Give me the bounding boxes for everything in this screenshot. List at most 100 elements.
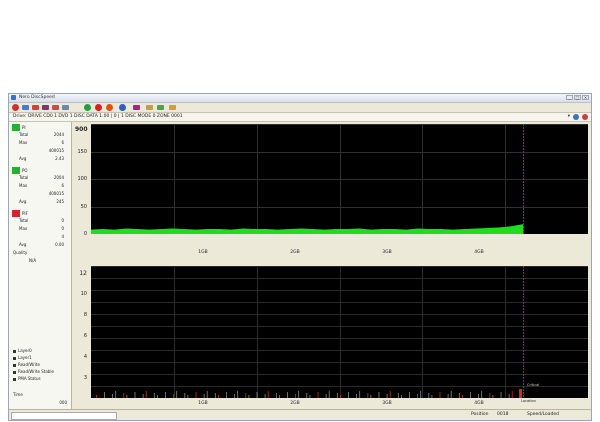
pif-bar [275, 393, 277, 398]
time-label: Time [13, 392, 23, 397]
help-icon[interactable] [169, 105, 176, 110]
position-label: Position [471, 412, 489, 417]
pif-bar [184, 393, 186, 398]
pif-bar [145, 391, 147, 398]
pif-bar [508, 394, 510, 398]
stat-row: 4 [61, 234, 64, 239]
burn-icon[interactable] [52, 105, 59, 110]
legend-item: PMA Status [13, 376, 41, 381]
pif-bar [115, 391, 117, 398]
x-tick-label: 4GB [474, 401, 484, 406]
pif-bar [142, 394, 144, 398]
pif-bar [511, 391, 513, 398]
record-icon[interactable] [106, 104, 113, 111]
maximize-button[interactable]: □ [574, 95, 581, 100]
pif-bar [481, 391, 483, 398]
pif-bar [325, 394, 327, 398]
pi-chart: 900 200150100500 1GB2GB3GB4GB [75, 124, 588, 259]
pif-bar [367, 393, 369, 398]
pif-bar [489, 393, 491, 398]
pif-chart-svg: Critical [91, 266, 588, 398]
start-icon[interactable] [84, 104, 91, 111]
pi-chart-svg [91, 124, 588, 234]
pif-bar [123, 393, 125, 398]
stat-row: Avg 2.43 [19, 156, 64, 161]
stat-row: Avg 0.00 [19, 242, 64, 247]
pi-color-box [12, 124, 20, 131]
drive-dropdown-arrow[interactable]: ▾ [568, 113, 570, 121]
stat-row: Max 0 [19, 226, 64, 231]
minimize-button[interactable]: _ [566, 95, 573, 100]
settings-icon[interactable] [146, 105, 153, 110]
y-tick-label: 4 [83, 354, 87, 360]
y-tick-label: 50 [80, 203, 87, 210]
y-tick-label: 12 [79, 270, 87, 277]
pif-bar [309, 395, 311, 398]
pif-chart: Critical 12 10 8 6 4 3 1GB 2GB 3GB 4GB Location [79, 266, 588, 406]
pif-bar [279, 395, 280, 398]
x-tick-label: 3GB [382, 250, 392, 255]
pif-color-box [12, 210, 20, 217]
info-icon[interactable] [119, 104, 126, 111]
quality-label: Quality [13, 250, 28, 255]
copy-icon[interactable] [42, 105, 49, 110]
pif-bar [470, 392, 471, 398]
speed-label: Speed/Loaded [527, 412, 560, 417]
stats-sidebar: PI Total 2044 Max 6 400015 Avg 2.43 PO Tota… [9, 122, 72, 409]
pif-bar [458, 393, 460, 398]
pif-bar [328, 391, 330, 398]
pif-bar [245, 393, 247, 398]
pif-bar [264, 394, 266, 398]
pif-bar [112, 394, 113, 398]
x-tick-label: 2GB [290, 401, 300, 406]
x-tick-label: 4GB [474, 250, 484, 255]
drive-icon[interactable] [22, 105, 29, 110]
pif-bar [153, 393, 155, 398]
location-label: Location [521, 399, 536, 403]
pif-bar [336, 393, 338, 398]
pif-bar [428, 393, 430, 398]
pif-bar [267, 391, 269, 398]
pif-bar [173, 394, 174, 398]
stop-icon[interactable] [95, 104, 102, 111]
pif-bar [295, 394, 296, 398]
pif-bar [218, 395, 219, 398]
disc-icon[interactable] [133, 105, 140, 110]
pif-bar [256, 392, 258, 398]
title-bar: Nero DiscSpeed _ □ × [9, 94, 591, 103]
pi-plot-area [91, 124, 588, 234]
pif-bar [317, 392, 319, 398]
pif-bar [126, 395, 128, 398]
pif-bar [165, 392, 166, 398]
po-color-box [12, 167, 20, 174]
pif-bar [386, 394, 388, 398]
y-tick-label: 100 [77, 176, 87, 182]
stat-row: Total 2044 [19, 132, 64, 137]
pif-bar [206, 391, 208, 398]
pif-bar [420, 391, 422, 398]
pif-bar [370, 395, 372, 398]
time-value: 000 [59, 400, 67, 405]
stat-row: Total 0 [19, 218, 64, 223]
y-tick-label: 6 [83, 333, 87, 339]
pif-bar [431, 395, 433, 398]
folder-icon[interactable] [157, 105, 164, 110]
pif-bar [519, 389, 522, 398]
print-icon[interactable] [62, 105, 69, 110]
quality-value: N/A [29, 258, 37, 263]
y-tick-label: 150 [77, 148, 87, 155]
close-button[interactable]: × [582, 95, 589, 100]
window-title: Nero DiscSpeed [19, 95, 55, 100]
pif-bar [478, 394, 479, 398]
pi-label: PI [22, 125, 26, 130]
eject-icon[interactable] [582, 114, 588, 120]
refresh-icon[interactable] [573, 114, 579, 120]
stat-row: Max 6 [19, 183, 64, 188]
save-icon[interactable] [32, 105, 39, 110]
pif-bar [176, 391, 178, 398]
status-bar: Position 0018 Speed/Loaded [9, 409, 591, 420]
open-icon[interactable] [12, 104, 19, 111]
pif-bar [134, 392, 136, 398]
x-tick-label: 1GB [198, 250, 208, 255]
pif-bar [248, 395, 250, 398]
